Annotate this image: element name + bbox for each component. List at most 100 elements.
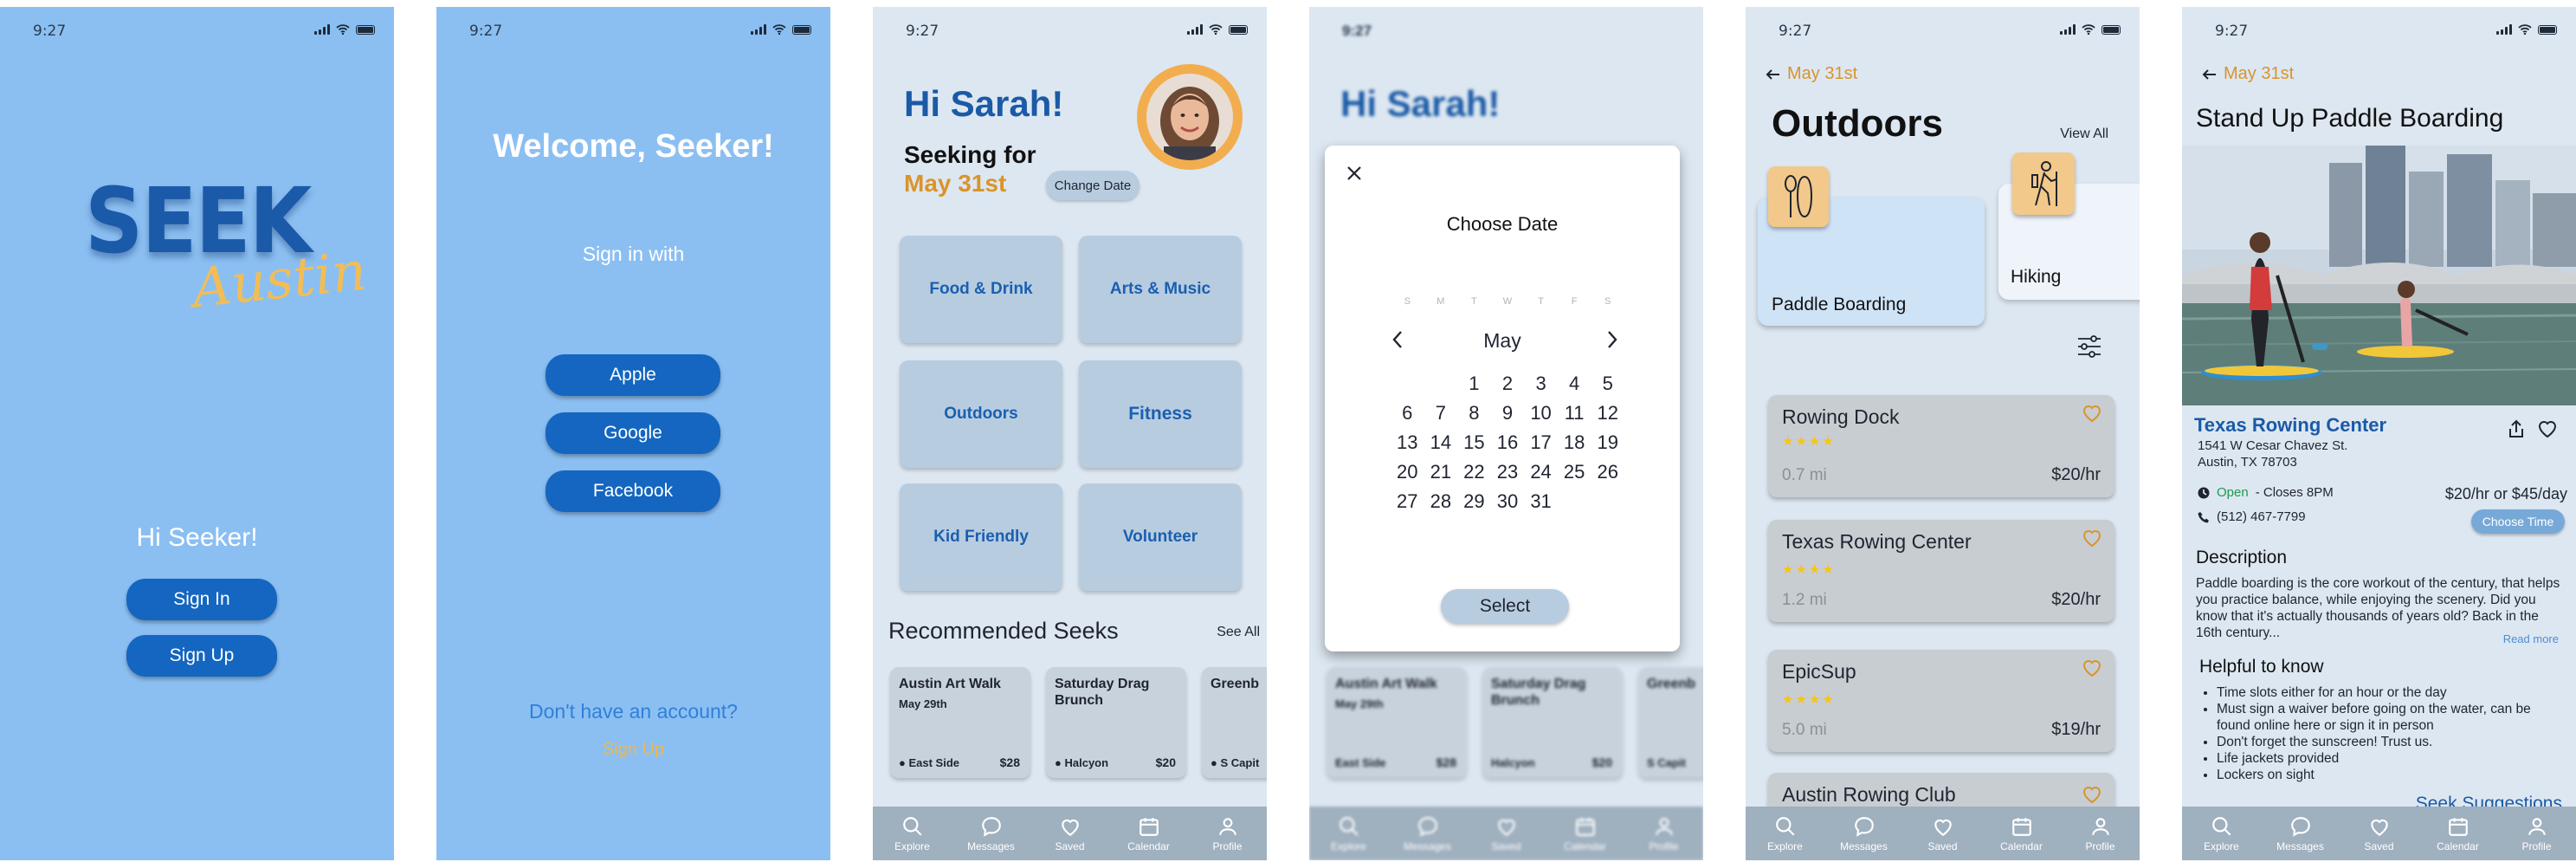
calendar-day[interactable]: 24 — [1524, 461, 1558, 483]
apple-sign-in-button[interactable]: Apple — [546, 354, 720, 396]
description-body: Paddle boarding is the core workout of t… — [2196, 576, 2560, 640]
category-outdoors[interactable]: Outdoors — [900, 360, 1062, 468]
calendar-day[interactable]: 19 — [1591, 431, 1624, 454]
share-icon[interactable] — [2508, 419, 2525, 438]
calendar-day[interactable]: 10 — [1524, 402, 1558, 425]
month-label: May — [1483, 329, 1521, 352]
calendar-day[interactable]: 22 — [1457, 461, 1491, 483]
no-account-text: Don't have an account? — [529, 700, 738, 723]
calendar-day[interactable]: 18 — [1558, 431, 1591, 454]
tab-calendar[interactable]: Calendar — [1987, 815, 2056, 852]
tab-label: Calendar — [2000, 839, 2043, 852]
choose-time-button[interactable]: Choose Time — [2471, 509, 2565, 534]
calendar-day[interactable]: 7 — [1424, 402, 1458, 425]
see-all-link[interactable]: See All — [1217, 625, 1260, 640]
calendar-day[interactable]: 2 — [1491, 373, 1525, 395]
venue-name[interactable]: Texas Rowing Center — [2194, 414, 2386, 437]
rec-title: Greenb — [1647, 677, 1696, 691]
calendar-day[interactable]: 25 — [1558, 461, 1591, 483]
calendar-day[interactable]: 9 — [1491, 402, 1525, 425]
category-kid-friendly[interactable]: Kid Friendly — [900, 483, 1062, 591]
avatar[interactable] — [1137, 64, 1243, 170]
tab-calendar[interactable]: Calendar — [2424, 815, 2493, 852]
activity-card-hiking[interactable]: Hiking — [1998, 152, 2140, 300]
calendar-day[interactable]: 3 — [1524, 373, 1558, 395]
category-food-drink[interactable]: Food & Drink — [900, 236, 1062, 343]
phone-number[interactable]: (512) 467-7799 — [2198, 509, 2306, 524]
category-volunteer[interactable]: Volunteer — [1079, 483, 1242, 591]
calendar-day[interactable]: 16 — [1491, 431, 1525, 454]
tab-saved[interactable]: Saved — [2345, 815, 2414, 852]
tab-explore[interactable]: Explore — [2187, 815, 2256, 852]
tab-saved[interactable]: Saved — [1908, 815, 1978, 852]
tab-saved[interactable]: Saved — [1036, 815, 1105, 852]
rec-title: Austin Art Walk — [1335, 677, 1437, 691]
calendar-day[interactable]: 1 — [1457, 373, 1491, 395]
tab-label: Messages — [2276, 839, 2324, 852]
back-link[interactable]: May 31st — [1765, 64, 1857, 84]
read-more-link[interactable]: Read more — [2503, 632, 2559, 645]
calendar-day[interactable]: 6 — [1391, 402, 1424, 425]
back-link[interactable]: May 31st — [2201, 64, 2294, 84]
category-fitness[interactable]: Fitness — [1079, 360, 1242, 468]
place-card[interactable]: EpicSup ★★★★ 5.0 mi $19/hr — [1768, 650, 2114, 752]
tab-profile[interactable]: Profile — [1193, 815, 1262, 852]
tab-calendar[interactable]: Calendar — [1114, 815, 1184, 852]
tab-messages[interactable]: Messages — [1830, 815, 1899, 852]
filter-icon[interactable] — [2076, 334, 2102, 359]
tab-profile[interactable]: Profile — [2502, 815, 2572, 852]
calendar-day[interactable]: 12 — [1591, 402, 1624, 425]
select-button[interactable]: Select — [1441, 589, 1569, 624]
calendar-day[interactable]: 17 — [1524, 431, 1558, 454]
activity-label: Hiking — [2011, 267, 2062, 287]
calendar-day[interactable]: 4 — [1558, 373, 1591, 395]
sign-in-button[interactable]: Sign In — [126, 579, 277, 620]
calendar-day[interactable]: 5 — [1591, 373, 1624, 395]
rec-card[interactable]: Greenb ● S Capit — [1202, 667, 1267, 778]
tab-explore[interactable]: Explore — [1751, 815, 1820, 852]
view-all-link[interactable]: View All — [2060, 126, 2108, 142]
heart-icon[interactable] — [2082, 785, 2102, 804]
close-icon[interactable] — [1346, 165, 1363, 182]
tab-profile[interactable]: Profile — [2066, 815, 2135, 852]
calendar-day[interactable]: 21 — [1424, 461, 1458, 483]
tab-messages[interactable]: Messages — [957, 815, 1026, 852]
calendar-day[interactable]: 23 — [1491, 461, 1525, 483]
greeting-title: Hi Sarah! — [1340, 83, 1501, 124]
place-card[interactable]: Texas Rowing Center ★★★★ 1.2 mi $20/hr — [1768, 520, 2114, 622]
sign-up-link[interactable]: Sign Up — [436, 740, 830, 760]
tab-explore[interactable]: Explore — [878, 815, 947, 852]
heart-icon[interactable] — [2082, 404, 2102, 423]
rec-location: ● East Side — [899, 756, 959, 769]
rec-card[interactable]: Austin Art Walk May 29th ● East Side $28 — [890, 667, 1030, 778]
calendar-day[interactable]: 11 — [1558, 402, 1591, 425]
pin-icon: ● — [899, 756, 906, 769]
google-sign-in-button[interactable]: Google — [546, 412, 720, 454]
sign-up-button[interactable]: Sign Up — [126, 635, 277, 677]
calendar-day[interactable]: 15 — [1457, 431, 1491, 454]
calendar-day[interactable]: 20 — [1391, 461, 1424, 483]
chevron-right-icon[interactable] — [1605, 329, 1619, 350]
calendar-day[interactable]: 31 — [1524, 490, 1558, 513]
calendar-day[interactable]: 26 — [1591, 461, 1624, 483]
activity-card-paddle[interactable]: Paddle Boarding — [1758, 166, 1985, 326]
heart-icon[interactable] — [2537, 419, 2558, 438]
tab-messages[interactable]: Messages — [2266, 815, 2335, 852]
calendar-day[interactable]: 8 — [1457, 402, 1491, 425]
calendar-day[interactable]: 28 — [1424, 490, 1458, 513]
calendar-day[interactable]: 13 — [1391, 431, 1424, 454]
change-date-button[interactable]: Change Date — [1046, 171, 1140, 200]
calendar-day[interactable]: 27 — [1391, 490, 1424, 513]
tab-label: Saved — [1927, 839, 1958, 852]
calendar-day[interactable]: 30 — [1491, 490, 1525, 513]
heart-icon[interactable] — [2082, 528, 2102, 548]
rec-card[interactable]: Saturday Drag Brunch ● Halcyon $20 — [1046, 667, 1186, 778]
heart-icon[interactable] — [2082, 658, 2102, 677]
calendar-day[interactable]: 29 — [1457, 490, 1491, 513]
place-card[interactable]: Rowing Dock ★★★★ 0.7 mi $20/hr — [1768, 395, 2114, 497]
battery-icon — [2101, 24, 2121, 35]
facebook-sign-in-button[interactable]: Facebook — [546, 470, 720, 512]
back-arrow-icon — [2202, 68, 2216, 80]
category-arts-music[interactable]: Arts & Music — [1079, 236, 1242, 343]
calendar-day[interactable]: 14 — [1424, 431, 1458, 454]
